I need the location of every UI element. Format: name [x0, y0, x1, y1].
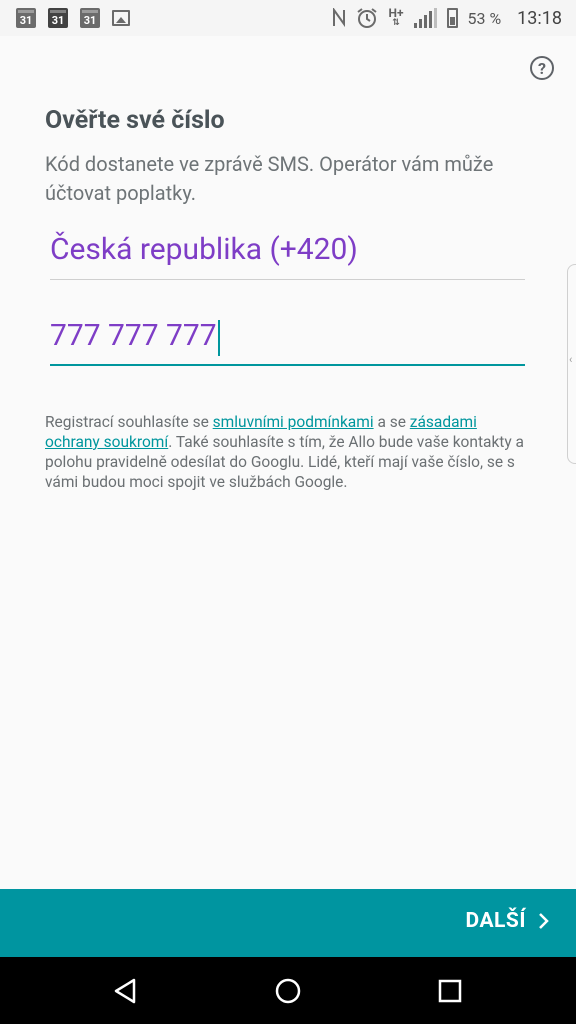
alarm-icon	[357, 8, 378, 28]
phone-number-value: 777 777 777	[50, 318, 217, 353]
country-value: Česká republika (+420)	[50, 232, 358, 267]
home-icon[interactable]	[274, 977, 302, 1005]
text-cursor	[217, 320, 221, 356]
bottom-action-bar: DALŠÍ	[0, 889, 576, 957]
help-icon[interactable]: ?	[530, 56, 554, 80]
nfc-icon	[333, 8, 346, 28]
calendar-icon: 31	[16, 8, 36, 28]
phone-number-input[interactable]: 777 777 777	[50, 318, 525, 366]
next-button[interactable]: DALŠÍ	[466, 909, 550, 933]
image-icon	[112, 10, 130, 26]
battery-icon	[446, 8, 458, 28]
calendar-icon: 31	[80, 8, 100, 28]
page-subtitle: Kód dostanete ve zprávě SMS. Operátor vá…	[45, 152, 494, 205]
legal-notice: Registrací souhlasíte se smluvními podmí…	[45, 412, 525, 492]
legal-text: Registrací souhlasíte se	[45, 413, 213, 431]
chevron-right-icon	[539, 913, 549, 929]
terms-link[interactable]: smluvními podmínkami	[213, 413, 374, 431]
recent-apps-icon[interactable]	[436, 977, 464, 1005]
signal-icon	[413, 8, 437, 28]
edge-panel-handle[interactable]	[567, 264, 576, 464]
calendar-icon: 31	[48, 8, 68, 28]
page-title: Ověřte své číslo	[45, 106, 225, 135]
system-navigation-bar	[0, 957, 576, 1024]
network-type-icon: H+ ⇅	[388, 6, 404, 28]
next-button-label: DALŠÍ	[465, 909, 526, 933]
legal-text: a se	[373, 413, 410, 431]
country-selector[interactable]: Česká republika (+420)	[50, 232, 525, 280]
clock: 13:18	[517, 7, 562, 29]
battery-percent: 53 %	[467, 8, 502, 28]
back-icon[interactable]	[112, 977, 140, 1005]
status-bar: 31 31 31 H+ ⇅ 53 % 13:18	[0, 0, 576, 36]
